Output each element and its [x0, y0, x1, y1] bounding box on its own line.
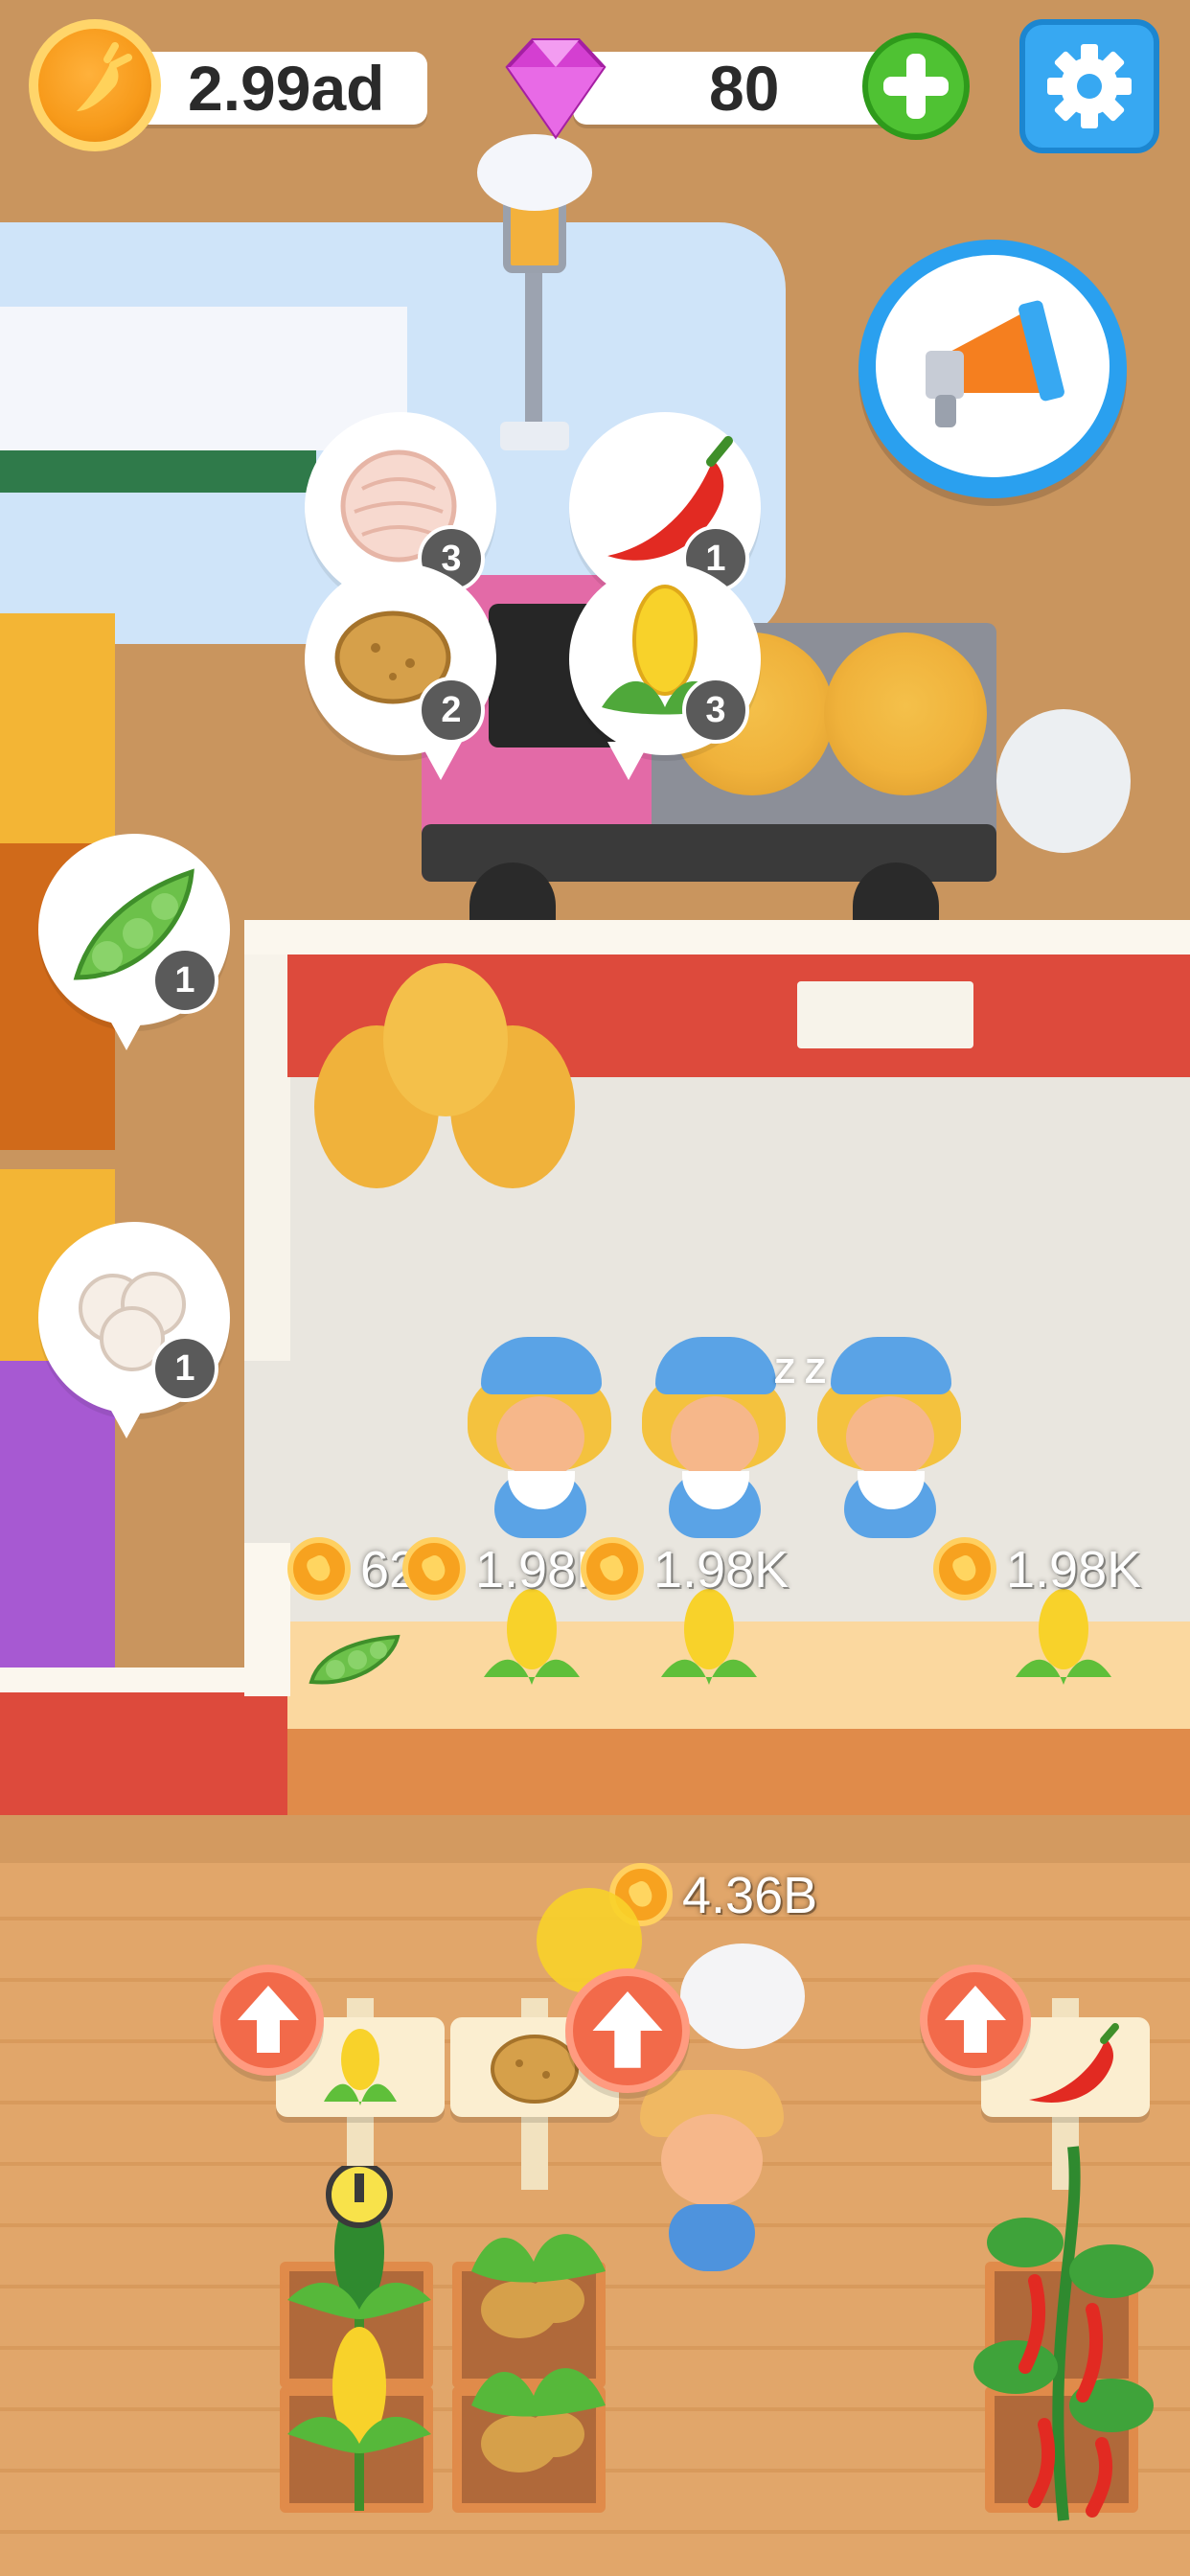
order-count-badge: 1: [151, 947, 218, 1014]
potato-plant: [452, 2204, 615, 2511]
order-bubble-edamame[interactable]: 1: [38, 834, 230, 1050]
counter-earning: 1.98K: [1006, 1541, 1142, 1598]
counter-pillar: [244, 1543, 290, 1696]
chili-plant: [968, 2137, 1159, 2530]
worker-face: [496, 1396, 584, 1479]
carrot-coin-icon: [581, 1537, 644, 1600]
corn-icon: [1006, 1581, 1121, 1696]
carrot-coin-icon: [933, 1537, 996, 1600]
worker-cap: [655, 1337, 776, 1394]
shop-worker[interactable]: [810, 1337, 973, 1538]
edamame-icon: [302, 1629, 407, 1696]
lamp-cap: [477, 134, 592, 211]
worker-face: [671, 1396, 759, 1479]
pink-gem-icon: [489, 29, 623, 144]
cotton-stack: [680, 1944, 805, 2049]
game-scene: Z Z 62 1.98K 1.98K 1.98K 4.36B 3 1 2 3 1…: [0, 0, 1190, 2576]
megaphone-icon: [926, 300, 1064, 427]
carrot-coin-icon: [29, 19, 161, 151]
gem-balance-value: 80: [709, 53, 780, 124]
bubble-tail: [607, 742, 650, 780]
up-arrow-icon: [238, 1986, 299, 2053]
up-arrow-icon: [945, 1986, 1006, 2053]
carry-amount: 4.36B: [682, 1867, 818, 1924]
hay-bale: [824, 632, 987, 795]
carrot-coin-icon: [402, 1537, 466, 1600]
lamp-base: [500, 422, 569, 450]
upgrade-corn-button[interactable]: [213, 1965, 324, 2076]
farmer-player[interactable]: [640, 2070, 784, 2271]
carrot-coin-icon: [287, 1537, 351, 1600]
order-count-badge: 2: [418, 677, 485, 744]
shop-worker[interactable]: [634, 1337, 797, 1538]
counter-earning: 1.98K: [653, 1541, 790, 1598]
bubble-tail: [105, 1012, 148, 1050]
upgrade-chili-button[interactable]: [920, 1965, 1031, 2076]
sales-counter-front: [287, 1729, 1190, 1815]
up-arrow-icon: [592, 1990, 663, 2068]
promo-button[interactable]: [858, 240, 1127, 498]
worker-cap: [831, 1337, 951, 1394]
farmer-body: [669, 2204, 755, 2271]
plus-icon: [883, 54, 949, 119]
corn-plant: [278, 2161, 441, 2530]
shop-back-wall-rim: [244, 920, 1190, 954]
hay-bale: [383, 963, 508, 1116]
bubble-tail: [420, 742, 462, 780]
add-gems-button[interactable]: [862, 33, 970, 140]
order-bubble-corn[interactable]: 3: [569, 564, 761, 780]
order-bubble-potato[interactable]: 2: [305, 564, 496, 780]
exhaust-smoke: [996, 709, 1131, 853]
lamp-post: [525, 249, 542, 441]
shop-worker[interactable]: [460, 1337, 623, 1538]
gear-icon: [1047, 44, 1132, 128]
shop-left-wall: [244, 920, 290, 1361]
worker-face: [846, 1396, 934, 1479]
corn-icon: [474, 1581, 589, 1696]
path-strip: [0, 1815, 1190, 1863]
order-count-badge: 3: [682, 677, 749, 744]
order-count-badge: 1: [151, 1335, 218, 1402]
farmer-face: [661, 2114, 763, 2206]
worker-cap: [481, 1337, 602, 1394]
bubble-tail: [105, 1400, 148, 1438]
store-stripe: [0, 450, 316, 493]
settings-button[interactable]: [1019, 19, 1159, 153]
corn-icon: [652, 1581, 767, 1696]
upgrade-potato-button[interactable]: [565, 1968, 690, 2093]
order-bubble-cotton[interactable]: 1: [38, 1222, 230, 1438]
wall-sign: [797, 981, 973, 1048]
coin-balance-value: 2.99ad: [188, 53, 385, 124]
